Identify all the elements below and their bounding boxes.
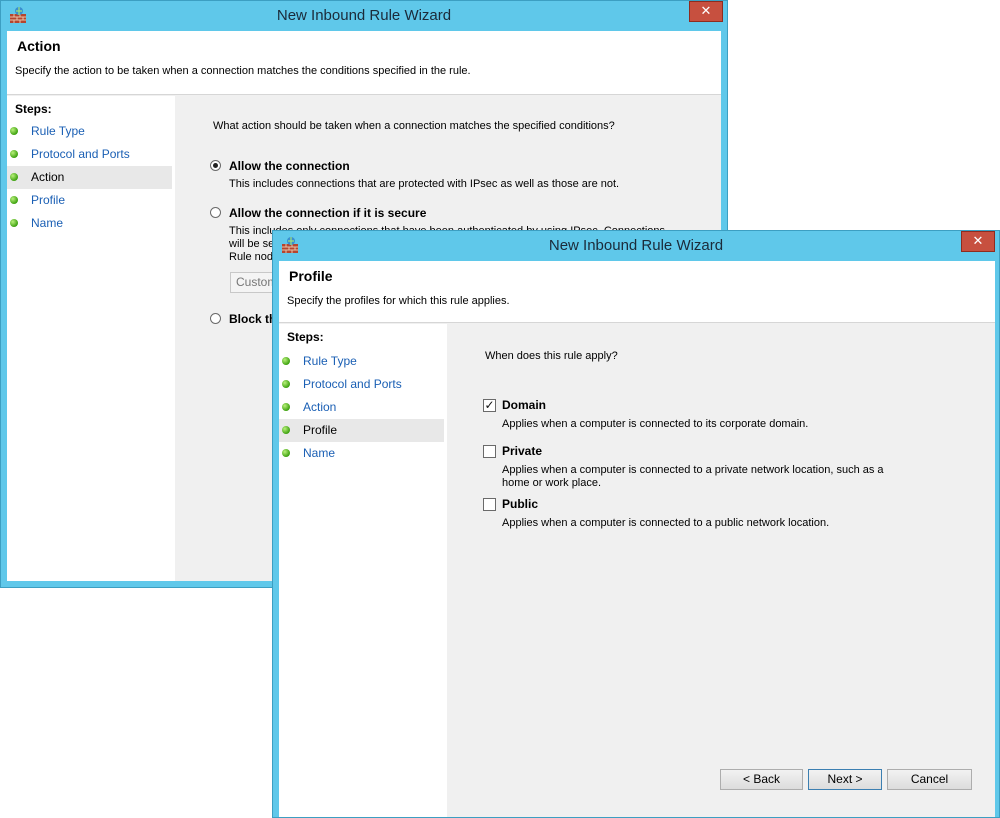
next-button[interactable]: Next > <box>808 769 882 790</box>
step-action[interactable]: Action <box>7 166 172 189</box>
page-description: Specify the action to be taken when a co… <box>15 65 471 77</box>
step-rule-type[interactable]: Rule Type <box>279 350 444 373</box>
green-dot-icon <box>282 449 290 457</box>
green-dot-icon <box>282 403 290 411</box>
back-button[interactable]: < Back <box>720 769 803 790</box>
domain-label[interactable]: Domain <box>502 398 546 412</box>
close-icon: ✕ <box>700 3 712 18</box>
steps-panel: Steps: Rule Type Protocol and Ports Acti… <box>279 324 447 817</box>
profile-question: When does this rule apply? <box>485 350 618 362</box>
green-dot-icon <box>10 127 18 135</box>
step-protocol-and-ports[interactable]: Protocol and Ports <box>7 143 172 166</box>
page-title: Profile <box>289 268 333 284</box>
domain-checkbox[interactable]: ✓ <box>483 399 496 412</box>
allow-connection-label[interactable]: Allow the connection <box>229 159 350 173</box>
green-dot-icon <box>282 426 290 434</box>
private-label[interactable]: Private <box>502 444 542 458</box>
wizard-client-area: Profile Specify the profiles for which t… <box>279 261 995 817</box>
allow-if-secure-radio[interactable] <box>210 207 221 218</box>
steps-panel: Steps: Rule Type Protocol and Ports Acti… <box>7 96 175 581</box>
page-description: Specify the profiles for which this rule… <box>287 295 510 307</box>
step-action[interactable]: Action <box>279 396 444 419</box>
close-button[interactable]: ✕ <box>961 231 995 252</box>
window-title: New Inbound Rule Wizard <box>548 237 724 254</box>
close-icon: ✕ <box>972 233 984 248</box>
step-profile[interactable]: Profile <box>279 419 444 442</box>
close-button[interactable]: ✕ <box>689 1 723 22</box>
wizard-header: Action Specify the action to be taken wh… <box>7 31 721 95</box>
block-connection-radio[interactable] <box>210 313 221 324</box>
cancel-button[interactable]: Cancel <box>887 769 972 790</box>
window-title: New Inbound Rule Wizard <box>276 7 452 24</box>
action-question: What action should be taken when a conne… <box>213 120 615 132</box>
title-bar[interactable]: New Inbound Rule Wizard ✕ <box>273 231 999 261</box>
checkmark-icon: ✓ <box>484 398 495 412</box>
allow-if-secure-label[interactable]: Allow the connection if it is secure <box>229 206 426 220</box>
public-checkbox[interactable] <box>483 498 496 511</box>
allow-connection-radio[interactable] <box>210 160 221 171</box>
private-description: Applies when a computer is connected to … <box>502 464 884 489</box>
step-rule-type[interactable]: Rule Type <box>7 120 172 143</box>
step-profile[interactable]: Profile <box>7 189 172 212</box>
private-checkbox[interactable] <box>483 445 496 458</box>
public-label[interactable]: Public <box>502 497 538 511</box>
step-name[interactable]: Name <box>279 442 444 465</box>
green-dot-icon <box>282 357 290 365</box>
public-description: Applies when a computer is connected to … <box>502 517 830 529</box>
green-dot-icon <box>282 380 290 388</box>
steps-title: Steps: <box>287 330 324 344</box>
wizard-header: Profile Specify the profiles for which t… <box>279 261 995 323</box>
green-dot-icon <box>10 219 18 227</box>
step-protocol-and-ports[interactable]: Protocol and Ports <box>279 373 444 396</box>
green-dot-icon <box>10 173 18 181</box>
green-dot-icon <box>10 150 18 158</box>
page-title: Action <box>17 38 61 54</box>
green-dot-icon <box>10 196 18 204</box>
title-bar[interactable]: New Inbound Rule Wizard ✕ <box>1 1 727 31</box>
allow-connection-description: This includes connections that are prote… <box>229 178 620 190</box>
domain-description: Applies when a computer is connected to … <box>502 418 809 430</box>
step-name[interactable]: Name <box>7 212 172 235</box>
front-wizard-window: New Inbound Rule Wizard ✕ Profile Specif… <box>272 230 1000 818</box>
steps-title: Steps: <box>15 102 52 116</box>
